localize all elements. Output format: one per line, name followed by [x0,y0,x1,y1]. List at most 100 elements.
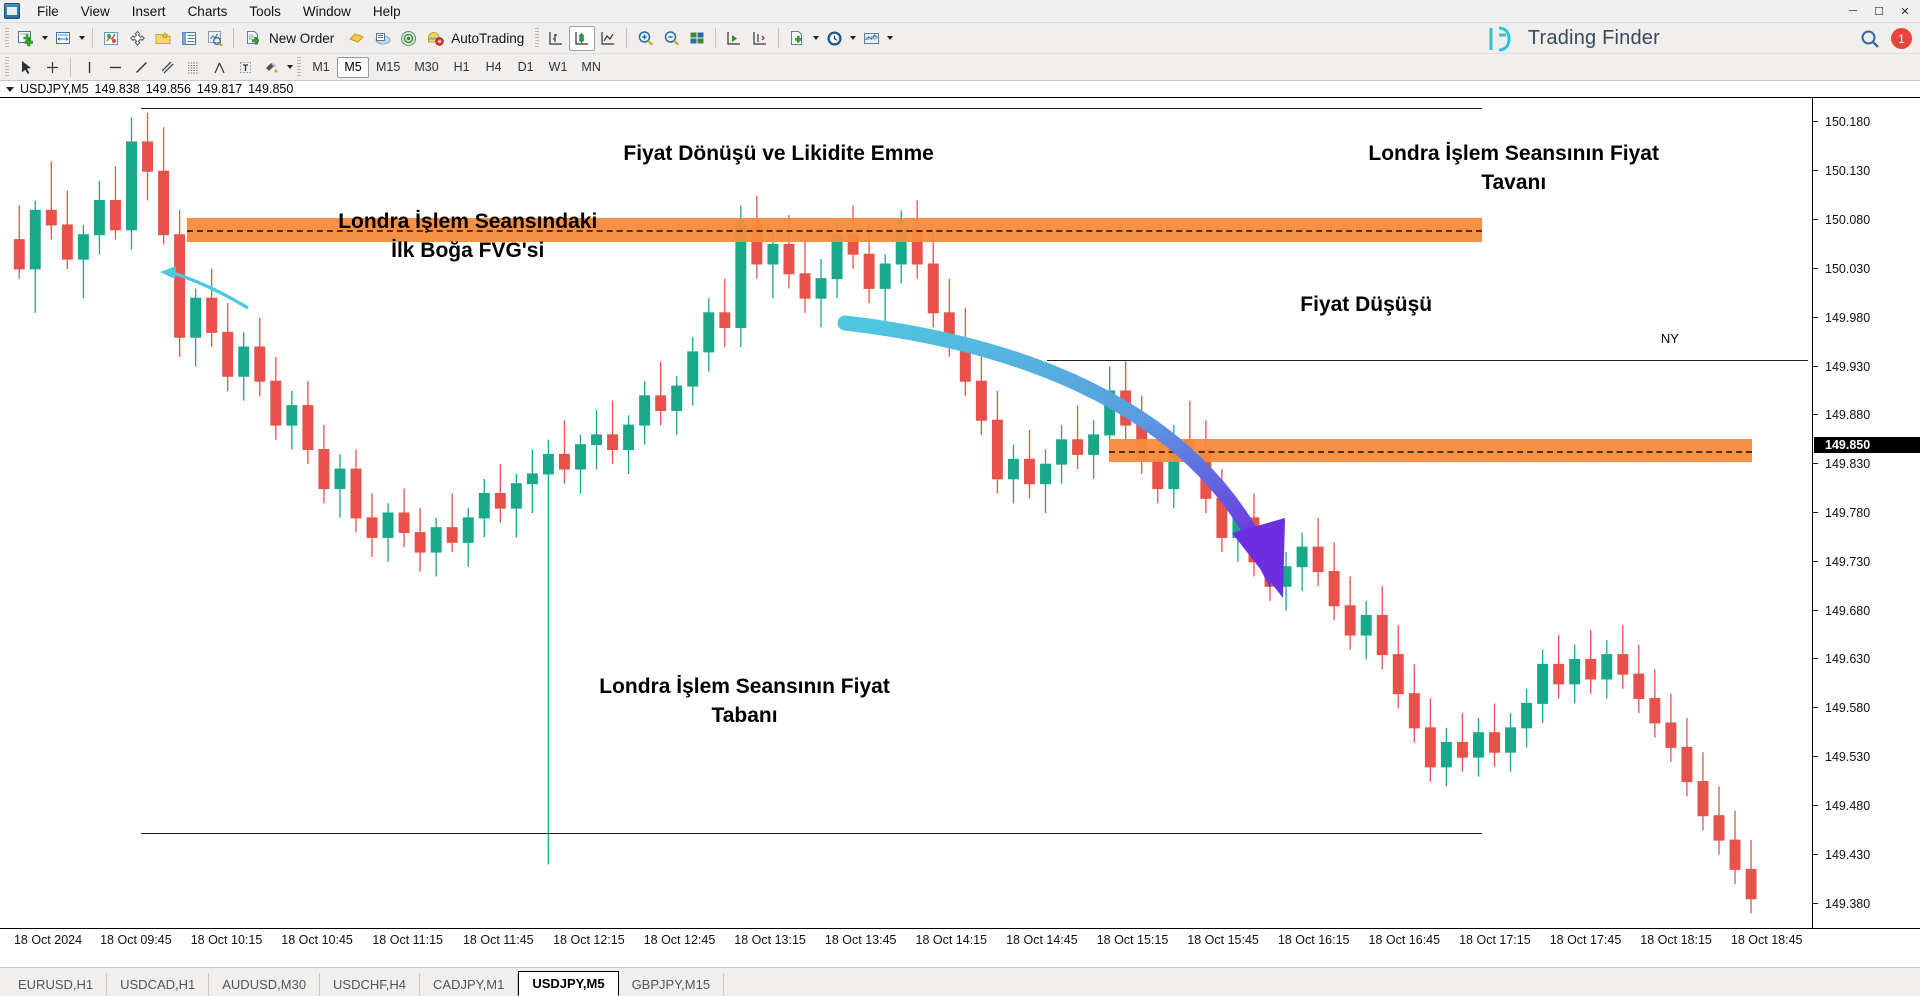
menu-charts[interactable]: Charts [177,0,239,23]
period-separators-button[interactable] [821,26,847,51]
crosshair-button[interactable] [39,55,65,80]
timeframe-m30[interactable]: M30 [407,57,445,78]
time-tick: 18 Oct 18:45 [1731,933,1803,947]
strategy-tester-button[interactable] [202,26,228,51]
zoom-in-button[interactable] [632,26,658,51]
autotrading-button[interactable]: AutoTrading [421,26,533,51]
price-tick: 149.580 [1813,701,1920,715]
menu-file[interactable]: File [26,0,70,23]
indicators-caret-icon[interactable] [884,26,895,51]
minimize-button[interactable]: ─ [1840,1,1866,21]
auto-scroll-button[interactable] [721,26,747,51]
indicators-button[interactable] [858,26,884,51]
time-tick: 18 Oct 14:45 [1006,933,1078,947]
chart-tab-audusd[interactable]: AUDUSD,M30 [209,973,320,996]
chart-tab-usdchf[interactable]: USDCHF,H4 [320,973,420,996]
draw-separator-1 [70,57,71,77]
timeframe-h4[interactable]: H4 [478,57,510,78]
horizontal-line-button[interactable] [102,55,128,80]
symbol-info-bar: USDJPY,M5 149.838 149.856 149.817 149.85… [0,81,1920,98]
navigator-button[interactable] [150,26,176,51]
cursor-button[interactable] [13,55,39,80]
chart-window-button[interactable] [50,26,76,51]
new-order-button[interactable]: New Order [239,26,343,51]
new-chart-button[interactable] [13,26,39,51]
signals-button[interactable] [395,26,421,51]
chart-window-caret-icon[interactable] [76,26,87,51]
terminal-button[interactable] [176,26,202,51]
chart-tab-usdcad[interactable]: USDCAD,H1 [107,973,209,996]
toolbar-separator-3 [626,28,627,48]
line-chart-button[interactable] [595,26,621,51]
price-plot[interactable]: LO NY Fiyat Dönüşü ve Likidite Emme Lond… [0,98,1812,928]
andrews-pitchfork-button[interactable] [206,55,232,80]
time-tick: 18 Oct 16:45 [1369,933,1441,947]
chart-canvas-area[interactable]: LO NY Fiyat Dönüşü ve Likidite Emme Lond… [0,98,1920,967]
timeframe-m1[interactable]: M1 [305,57,337,78]
price-tick: 150.030 [1813,262,1920,276]
maximize-button[interactable]: ☐ [1866,1,1892,21]
data-window-button[interactable] [124,26,150,51]
chart-tab-eurusd[interactable]: EURUSD,H1 [5,973,107,996]
tile-windows-button[interactable] [684,26,710,51]
timeframe-mn[interactable]: MN [574,57,607,78]
menu-help[interactable]: Help [362,0,412,23]
drawing-toolbar-grip[interactable] [5,57,9,77]
new-chart-caret-icon[interactable] [39,26,50,51]
price-axis[interactable]: 150.180150.130150.080150.030149.980149.9… [1812,98,1920,928]
autotrading-label: AutoTrading [448,31,532,46]
market-watch-button[interactable] [98,26,124,51]
equidistant-channel-button[interactable] [154,55,180,80]
expert-advisors-button[interactable] [343,26,369,51]
templates-button[interactable] [784,26,810,51]
zoom-out-button[interactable] [658,26,684,51]
period-caret-icon[interactable] [847,26,858,51]
toolbar-grip[interactable] [5,28,9,48]
search-icon[interactable] [1859,28,1881,50]
bullish-fvg-zone-lower-dashes [1109,451,1752,453]
time-tick: 18 Oct 15:45 [1187,933,1259,947]
shapes-caret-icon[interactable] [284,55,295,80]
timeframe-h1[interactable]: H1 [446,57,478,78]
time-tick: 18 Oct 13:45 [825,933,897,947]
timeframe-grip[interactable] [297,57,301,77]
mql5-community-button[interactable] [369,26,395,51]
price-tick: 149.630 [1813,652,1920,666]
price-tick: 149.380 [1813,897,1920,911]
symbol-dropdown-icon[interactable] [6,87,14,92]
metatrader-icon [4,3,20,19]
chart-tab-usdjpy[interactable]: USDJPY,M5 [518,971,618,996]
vertical-line-button[interactable] [76,55,102,80]
chart-toolbar-grip[interactable] [535,28,539,48]
price-tick: 149.680 [1813,604,1920,618]
chart-tab-gbpjpy[interactable]: GBPJPY,M15 [619,973,725,996]
menu-insert[interactable]: Insert [121,0,177,23]
fibonacci-button[interactable] [180,55,206,80]
brand-right-controls: 1 [1859,23,1912,54]
toolbar-separator-2 [233,28,234,48]
notification-badge[interactable]: 1 [1891,28,1912,49]
chart-tab-cadjpy[interactable]: CADJPY,M1 [420,973,518,996]
menu-tools[interactable]: Tools [238,0,292,23]
timeframe-m5[interactable]: M5 [337,57,369,78]
trendline-button[interactable] [128,55,154,80]
chart-shift-button[interactable] [747,26,773,51]
menu-window[interactable]: Window [292,0,362,23]
text-label-button[interactable] [232,55,258,80]
time-tick: 18 Oct 2024 [14,933,82,947]
candlestick-chart-button[interactable] [569,26,595,51]
bar-chart-button[interactable] [543,26,569,51]
price-tick: 149.480 [1813,799,1920,813]
menu-view[interactable]: View [70,0,121,23]
close-button[interactable]: ✕ [1892,1,1918,21]
timeframe-d1[interactable]: D1 [510,57,542,78]
templates-caret-icon[interactable] [810,26,821,51]
title-bar: File View Insert Charts Tools Window Hel… [0,0,1920,23]
newyork-session-high-line [1047,360,1808,361]
time-axis[interactable]: 18 Oct 202418 Oct 09:4518 Oct 10:1518 Oc… [0,928,1920,967]
time-tick: 18 Oct 10:15 [191,933,263,947]
price-tick: 149.780 [1813,506,1920,520]
shapes-button[interactable] [258,55,284,80]
timeframe-m15[interactable]: M15 [369,57,407,78]
timeframe-w1[interactable]: W1 [542,57,575,78]
